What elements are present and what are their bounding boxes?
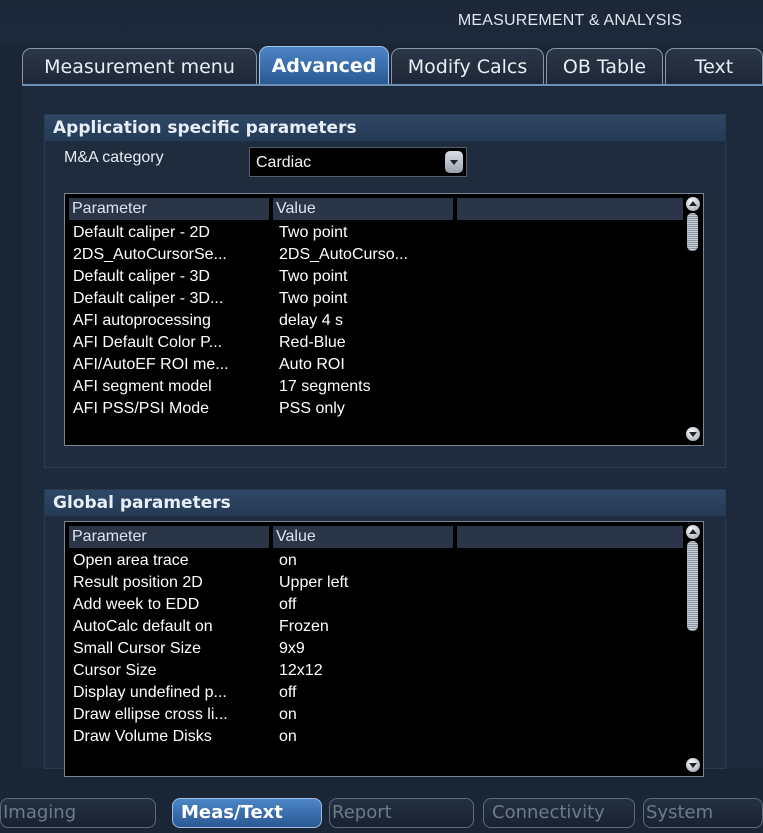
- table-row[interactable]: Add week to EDD off: [69, 594, 681, 616]
- table-row[interactable]: 2DS_AutoCursorSe... 2DS_AutoCurso...: [69, 244, 681, 266]
- table-header: Parameter Value: [69, 198, 683, 220]
- value-cell: delay 4 s: [279, 312, 344, 329]
- section-title: Application specific parameters: [45, 115, 725, 141]
- table-row[interactable]: AFI/AutoEF ROI me... Auto ROI: [69, 354, 681, 376]
- parameter-cell: AFI autoprocessing: [73, 312, 211, 329]
- value-cell: 2DS_AutoCurso...: [279, 246, 408, 263]
- chevron-down-icon[interactable]: [445, 151, 463, 173]
- scrollbar[interactable]: [685, 524, 701, 774]
- table-body: Default caliper - 2D Two point 2DS_AutoCu…: [69, 222, 681, 420]
- value-cell: 9x9: [279, 640, 305, 657]
- table-row[interactable]: AFI segment model 17 segments: [69, 376, 681, 398]
- value-cell: Frozen: [279, 618, 329, 635]
- scroll-up-icon[interactable]: [686, 197, 700, 211]
- table-row[interactable]: Default caliper - 2D Two point: [69, 222, 681, 244]
- value-cell: off: [279, 684, 297, 701]
- table-row[interactable]: Open area trace on: [69, 550, 681, 572]
- value-cell: Red-Blue: [279, 334, 346, 351]
- category-value: Cardiac: [256, 154, 312, 171]
- parameter-cell: Default caliper - 3D...: [73, 290, 224, 307]
- table-row[interactable]: Default caliper - 3D... Two point: [69, 288, 681, 310]
- bottom-tab-imaging[interactable]: Imaging: [0, 798, 156, 828]
- parameter-cell: AFI Default Color P...: [73, 334, 223, 351]
- tab-bar: Measurement menu Advanced Modify Calcs O…: [22, 46, 763, 86]
- value-cell: Two point: [279, 224, 348, 241]
- tab-ob-table[interactable]: OB Table: [546, 48, 663, 84]
- table-row[interactable]: AFI Default Color P... Red-Blue: [69, 332, 681, 354]
- table-row[interactable]: Display undefined p... off: [69, 682, 681, 704]
- value-cell: Auto ROI: [279, 356, 345, 373]
- parameter-cell: Cursor Size: [73, 662, 157, 679]
- table-row[interactable]: Result position 2D Upper left: [69, 572, 681, 594]
- parameter-cell: AutoCalc default on: [73, 618, 213, 635]
- scroll-down-icon[interactable]: [686, 758, 700, 772]
- table-row[interactable]: AFI PSS/PSI Mode PSS only: [69, 398, 681, 420]
- column-header-parameter[interactable]: Parameter: [69, 198, 269, 220]
- parameter-cell: AFI segment model: [73, 378, 212, 395]
- table-row[interactable]: Draw ellipse cross li... on: [69, 704, 681, 726]
- tab-text[interactable]: Text: [665, 48, 763, 84]
- value-cell: Upper left: [279, 574, 349, 591]
- column-header-blank: [457, 198, 683, 220]
- value-cell: PSS only: [279, 400, 345, 417]
- table-row[interactable]: AutoCalc default on Frozen: [69, 616, 681, 638]
- scroll-down-icon[interactable]: [686, 427, 700, 441]
- column-header-parameter[interactable]: Parameter: [69, 526, 269, 548]
- tab-advanced[interactable]: Advanced: [259, 46, 389, 84]
- parameter-cell: Default caliper - 2D: [73, 224, 210, 241]
- application-parameters-table: Parameter Value Default caliper - 2D Two …: [64, 193, 704, 446]
- table-row[interactable]: Default caliper - 3D Two point: [69, 266, 681, 288]
- category-dropdown[interactable]: Cardiac: [249, 147, 467, 177]
- value-cell: on: [279, 728, 297, 745]
- column-header-value[interactable]: Value: [273, 198, 453, 220]
- bottom-tab-connectivity[interactable]: Connectivity: [483, 798, 635, 828]
- bottom-nav: Imaging Meas/Text Report Connectivity Sy…: [0, 796, 763, 833]
- section-title: Global parameters: [45, 490, 725, 516]
- page-title: MEASUREMENT & ANALYSIS: [457, 12, 683, 29]
- value-cell: 17 segments: [279, 378, 371, 395]
- column-header-value[interactable]: Value: [273, 526, 453, 548]
- parameter-cell: AFI PSS/PSI Mode: [73, 400, 210, 417]
- parameter-cell: Small Cursor Size: [73, 640, 202, 657]
- parameter-cell: Draw ellipse cross li...: [73, 706, 228, 723]
- column-header-blank: [457, 526, 683, 548]
- parameter-cell: Open area trace: [73, 552, 189, 569]
- bottom-tab-meas-text[interactable]: Meas/Text: [172, 798, 322, 828]
- parameter-cell: AFI/AutoEF ROI me...: [73, 356, 229, 373]
- table-row[interactable]: Draw Volume Disks on: [69, 726, 681, 748]
- parameter-cell: Default caliper - 3D: [73, 268, 210, 285]
- value-cell: on: [279, 706, 297, 723]
- value-cell: Two point: [279, 290, 348, 307]
- value-cell: 12x12: [279, 662, 323, 679]
- value-cell: off: [279, 596, 297, 613]
- parameter-cell: Add week to EDD: [73, 596, 200, 613]
- parameter-cell: Draw Volume Disks: [73, 728, 212, 745]
- parameter-cell: 2DS_AutoCursorSe...: [73, 246, 227, 263]
- table-row[interactable]: Small Cursor Size 9x9: [69, 638, 681, 660]
- title-bar: MEASUREMENT & ANALYSIS: [0, 0, 763, 44]
- scroll-thumb[interactable]: [687, 541, 698, 631]
- scrollbar[interactable]: [685, 196, 701, 443]
- value-cell: on: [279, 552, 297, 569]
- table-row[interactable]: AFI autoprocessing delay 4 s: [69, 310, 681, 332]
- global-parameters-table: Parameter Value Open area trace on Result…: [64, 521, 704, 777]
- value-cell: Two point: [279, 268, 348, 285]
- bottom-tab-report[interactable]: Report: [329, 798, 474, 828]
- tab-measurement-menu[interactable]: Measurement menu: [22, 48, 257, 84]
- parameter-cell: Display undefined p...: [73, 684, 227, 701]
- parameter-cell: Result position 2D: [73, 574, 203, 591]
- scroll-thumb[interactable]: [687, 213, 698, 251]
- category-label: M&A category: [64, 149, 164, 166]
- scroll-up-icon[interactable]: [686, 525, 700, 539]
- table-header: Parameter Value: [69, 526, 683, 548]
- table-body: Open area trace on Result position 2D Uppe…: [69, 550, 681, 748]
- tab-modify-calcs[interactable]: Modify Calcs: [391, 48, 544, 84]
- table-row[interactable]: Cursor Size 12x12: [69, 660, 681, 682]
- bottom-tab-system[interactable]: System: [643, 798, 763, 828]
